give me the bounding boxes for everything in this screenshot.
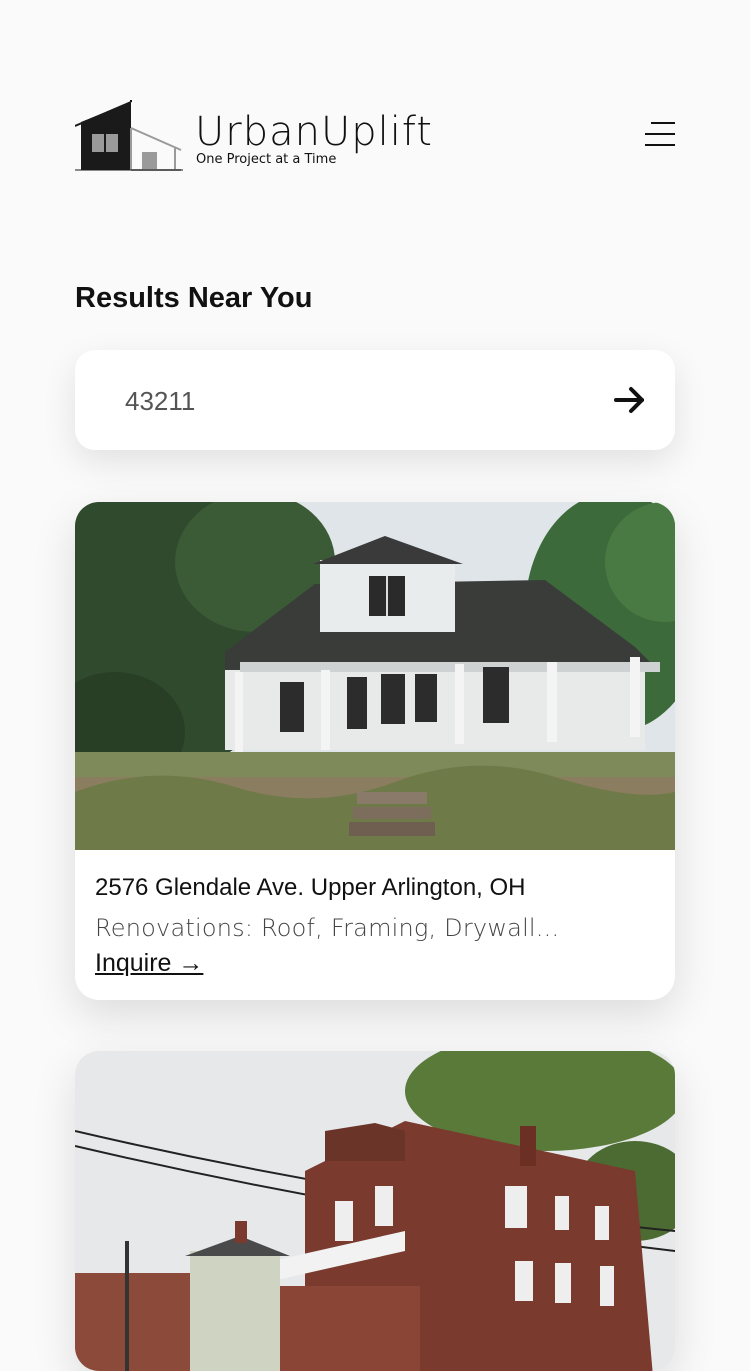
- listing-card[interactable]: [75, 1051, 675, 1371]
- app-header: UrbanUplift One Project at a Time: [75, 100, 675, 172]
- zip-search-box: [75, 350, 675, 450]
- listing-address: 2576 Glendale Ave. Upper Arlington, OH: [95, 874, 526, 901]
- listing-renovations: Renovations: Roof, Framing, Drywall...: [95, 914, 560, 942]
- menu-line-bottom: [645, 144, 675, 146]
- brand-tagline: One Project at a Time: [196, 152, 337, 167]
- menu-line-middle: [645, 133, 675, 135]
- menu-line-top: [651, 122, 675, 124]
- arrow-right-icon[interactable]: [613, 383, 647, 417]
- listing-photo: [75, 1051, 675, 1371]
- brand-name: UrbanUplift: [195, 109, 433, 155]
- inquire-link[interactable]: Inquire →: [95, 949, 203, 978]
- zip-search-input[interactable]: [123, 380, 587, 422]
- listing-photo: [75, 502, 675, 850]
- logo-house-icon: [75, 100, 183, 171]
- listing-card[interactable]: 2576 Glendale Ave. Upper Arlington, OH R…: [75, 502, 675, 1000]
- hamburger-menu-icon[interactable]: [643, 120, 675, 150]
- section-title: Results Near You: [75, 282, 313, 314]
